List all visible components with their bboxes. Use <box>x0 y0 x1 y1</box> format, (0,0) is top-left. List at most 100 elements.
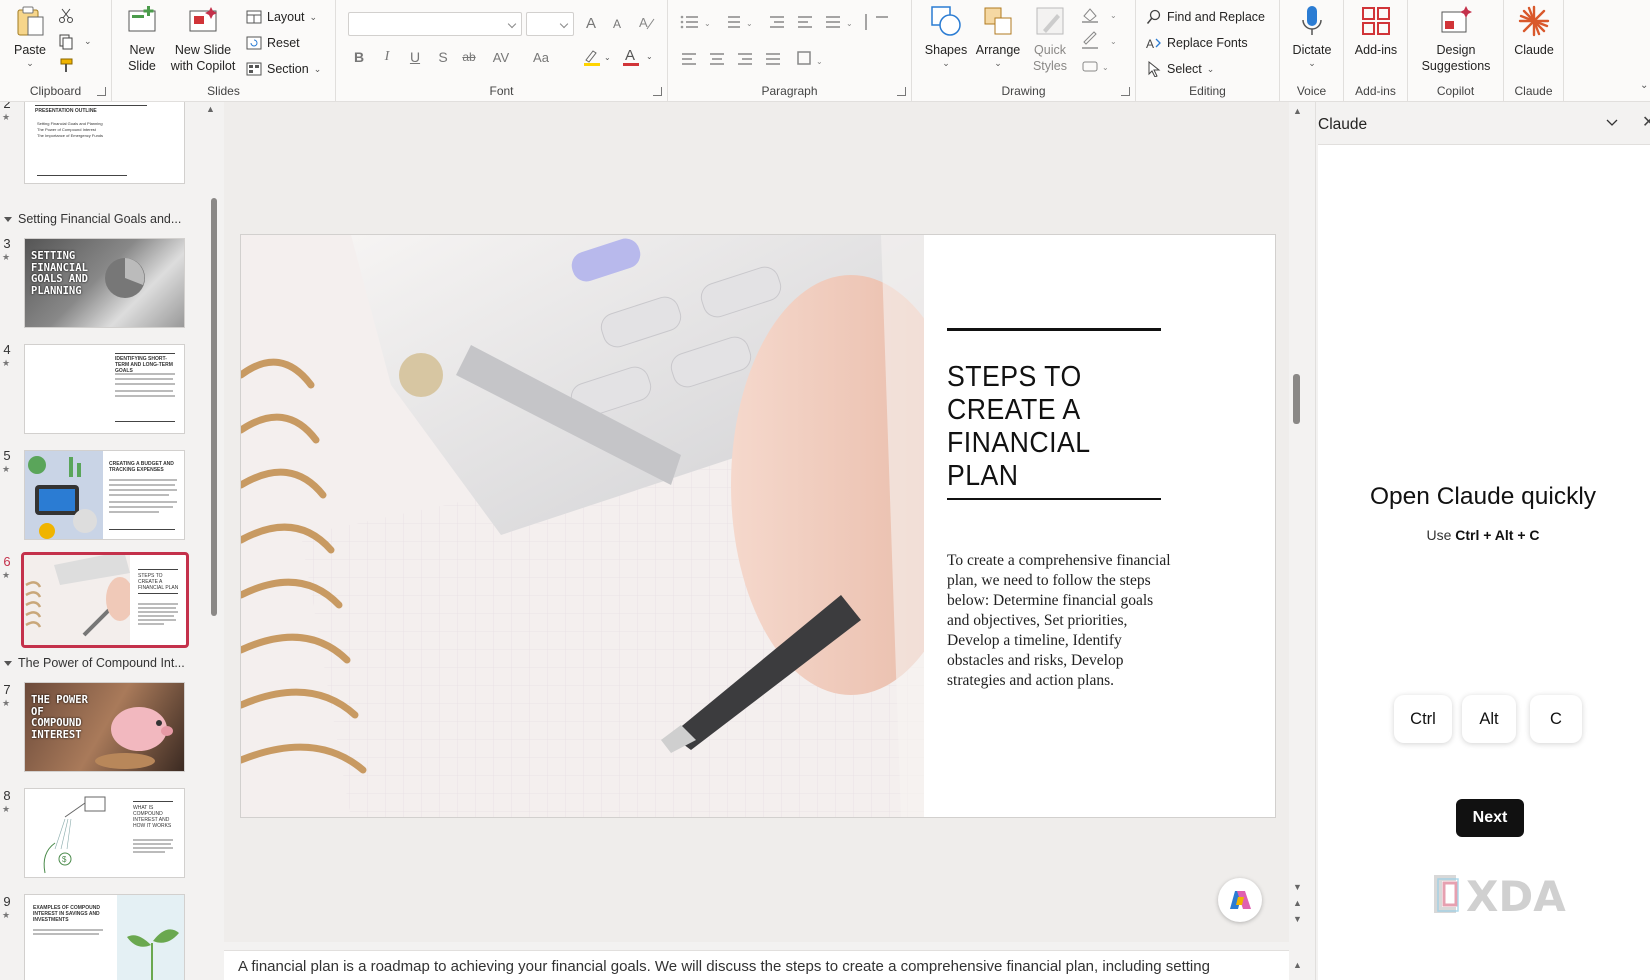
paragraph-controls-icon[interactable]: ⌄ ⌄ ⌄ ⌄ <box>680 12 900 72</box>
format-painter-icon[interactable] <box>58 58 74 74</box>
slide-thumbnail-8[interactable]: $ WHAT IS COMPOUND INTEREST AND HOW IT W… <box>24 788 185 878</box>
highlight-icon[interactable]: ⌄ <box>582 48 612 68</box>
pane-options-chevron-icon[interactable] <box>1606 116 1618 128</box>
next-slide-icon[interactable]: ▼ <box>1293 914 1302 924</box>
claude-button[interactable]: Claude <box>1510 4 1558 58</box>
font-name-select[interactable] <box>348 12 522 36</box>
key-c: C <box>1530 695 1582 743</box>
thumbnail-scroll-thumb[interactable] <box>211 198 217 616</box>
select-button[interactable]: Select ⌄ <box>1146 58 1214 80</box>
drawing-launcher-icon[interactable] <box>1121 87 1130 96</box>
slide-thumbnail-6-selected[interactable]: STEPS TO CREATE A FINANCIAL PLAN <box>21 552 189 648</box>
shapes-label: Shapes <box>924 43 968 57</box>
design-suggestions-button[interactable]: Design Suggestions <box>1416 4 1496 74</box>
current-slide[interactable]: STEPS TO CREATE A FINANCIAL PLAN To crea… <box>240 234 1276 818</box>
xda-logo-icon: XDA <box>1434 872 1566 921</box>
claude-starburst-icon <box>1518 5 1550 37</box>
notes-scroll-up-icon[interactable]: ▲ <box>1293 960 1302 970</box>
paste-caret-icon[interactable]: ⌄ <box>26 58 34 68</box>
slide-thumb-title: CREATING A BUDGET AND TRACKING EXPENSES <box>109 461 174 473</box>
speaker-notes-text[interactable]: A financial plan is a roadmap to achievi… <box>238 958 1210 975</box>
slide-title[interactable]: STEPS TO CREATE A FINANCIAL PLAN <box>947 361 1168 493</box>
find-replace-button[interactable]: Find and Replace <box>1146 6 1265 28</box>
section-button[interactable]: Section ⌄ <box>246 58 321 80</box>
shape-fill-outline-effects-icon[interactable]: ⌄ ⌄ ⌄ <box>1080 6 1126 74</box>
svg-text:⌄: ⌄ <box>846 19 853 28</box>
character-spacing-button[interactable]: AV <box>486 46 516 68</box>
cut-icon[interactable] <box>58 8 74 24</box>
drawing-group-label: Drawing <box>1001 84 1046 98</box>
slide-number: 2 <box>3 102 11 111</box>
quick-styles-button[interactable]: Quick Styles <box>1026 4 1074 74</box>
slide-thumbnail-pane: 2 ★ PRESENTATION OUTLINE Setting Financi… <box>0 102 200 980</box>
copilot-floating-button[interactable] <box>1218 878 1262 922</box>
layout-icon <box>246 10 262 24</box>
collapse-triangle-icon <box>4 661 12 667</box>
copy-caret-icon[interactable]: ⌄ <box>84 36 92 47</box>
italic-button[interactable]: I <box>376 46 398 68</box>
arrange-button[interactable]: Arrange ⌄ <box>972 4 1024 68</box>
slide-scroll-thumb[interactable] <box>1293 374 1300 424</box>
slide-number: 9 <box>3 894 11 909</box>
scroll-up-arrow-icon[interactable]: ▲ <box>1293 106 1302 116</box>
new-slide-button[interactable]: New Slide <box>122 4 162 74</box>
copilot-icon <box>1230 891 1251 909</box>
slide-number: 4 <box>3 342 11 357</box>
change-case-button[interactable]: Aa <box>526 46 556 68</box>
font-color-icon[interactable]: A ⌄ <box>622 46 656 68</box>
next-button[interactable]: Next <box>1456 799 1524 837</box>
new-slide-copilot-button[interactable]: New Slide with Copilot <box>168 4 238 74</box>
voice-group-label: Voice <box>1296 84 1327 98</box>
speaker-notes-pane[interactable]: A financial plan is a roadmap to achievi… <box>224 950 1289 980</box>
slide-thumbnail-7[interactable]: THE POWER OF COMPOUND INTEREST <box>24 682 185 772</box>
addins-button[interactable]: Add-ins <box>1350 4 1402 58</box>
section-header[interactable]: The Power of Compound Int... <box>4 656 185 670</box>
new-slide-copilot-label-2: with Copilot <box>170 59 236 73</box>
layout-button[interactable]: Layout ⌄ <box>246 6 317 28</box>
font-size-select[interactable] <box>526 12 574 36</box>
editing-group-label: Editing <box>1189 84 1226 98</box>
shapes-button[interactable]: Shapes ⌄ <box>924 4 968 68</box>
clear-formatting-icon[interactable]: A <box>638 14 656 32</box>
slide-number: 8 <box>3 788 11 803</box>
dictate-button[interactable]: Dictate ⌄ <box>1288 4 1336 68</box>
slide-scrollbar[interactable]: ▲ ▼ ▲ ▼ ▲ <box>1289 102 1307 980</box>
copy-icon[interactable] <box>58 34 74 50</box>
ribbon-collapse-chevron-icon[interactable]: ⌄ <box>1640 80 1648 91</box>
text-shadow-button[interactable]: S <box>432 46 454 68</box>
copilot-group: Design Suggestions Copilot <box>1408 0 1504 102</box>
scroll-up-arrow-icon[interactable]: ▲ <box>206 104 215 114</box>
slide-thumb-title: THE POWER OF COMPOUND INTEREST <box>31 694 88 741</box>
slides-group: New Slide New Slide with Copilot Layout ⌄… <box>112 0 336 102</box>
paragraph-launcher-icon[interactable] <box>897 87 906 96</box>
svg-text:A: A <box>639 15 648 30</box>
arrange-label: Arrange <box>975 43 1021 57</box>
slide-thumbnail-9[interactable]: EXAMPLES OF COMPOUND INTEREST IN SAVINGS… <box>24 894 185 980</box>
key-alt: Alt <box>1462 695 1516 743</box>
thumbnail-scrollbar[interactable]: ▲ <box>202 102 218 980</box>
section-icon <box>246 62 262 76</box>
shortcut-text: Ctrl + Alt + C <box>1455 527 1540 543</box>
grow-font-button[interactable]: A <box>580 12 602 34</box>
bold-button[interactable]: B <box>348 46 370 68</box>
slide-thumbnail-3[interactable]: SETTING FINANCIAL GOALS AND PLANNING <box>24 238 185 328</box>
slide-thumbnail-5[interactable]: CREATING A BUDGET AND TRACKING EXPENSES <box>24 450 185 540</box>
slide-thumbnail-2[interactable]: PRESENTATION OUTLINE Setting Financial G… <box>24 102 185 184</box>
previous-slide-icon[interactable]: ▲ <box>1293 898 1302 908</box>
slide-body-text[interactable]: To create a comprehensive financial plan… <box>947 551 1177 691</box>
underline-button[interactable]: U <box>404 46 426 68</box>
strikethrough-button[interactable]: ab <box>458 46 480 68</box>
reset-button[interactable]: Reset <box>246 32 300 54</box>
pane-close-icon[interactable]: ✕ <box>1642 112 1650 132</box>
new-slide-icon <box>128 6 156 32</box>
slide-thumbnail-4[interactable]: IDENTIFYING SHORT-TERM AND LONG-TERM GOA… <box>24 344 185 434</box>
shrink-font-button[interactable]: A <box>606 13 628 35</box>
scroll-down-arrow-icon[interactable]: ▼ <box>1293 882 1302 892</box>
replace-fonts-button[interactable]: A Replace Fonts <box>1146 32 1248 54</box>
font-launcher-icon[interactable] <box>653 87 662 96</box>
paste-button[interactable]: Paste ⌄ <box>10 4 50 68</box>
section-header[interactable]: Setting Financial Goals and... <box>4 212 181 226</box>
clipboard-launcher-icon[interactable] <box>97 87 106 96</box>
key-ctrl: Ctrl <box>1394 695 1452 743</box>
budget-photo <box>25 451 103 539</box>
